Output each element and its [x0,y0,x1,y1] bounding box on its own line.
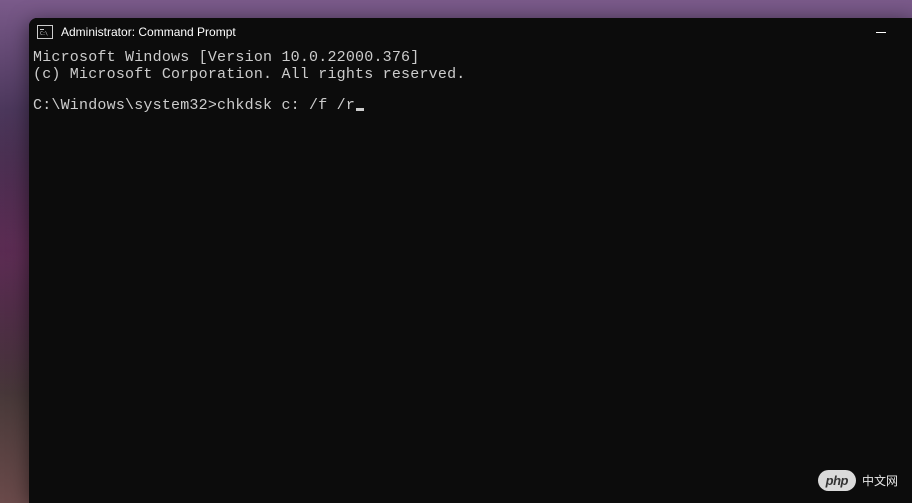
command-input: chkdsk c: /f /r [217,98,355,115]
command-prompt-window: Administrator: Command Prompt Microsoft … [29,18,912,503]
window-controls [858,18,904,46]
titlebar[interactable]: Administrator: Command Prompt [29,18,912,46]
cursor [356,108,364,111]
watermark: php 中文网 [818,470,898,491]
window-title: Administrator: Command Prompt [61,25,858,39]
blank-line [33,83,908,98]
prompt-line: C:\Windows\system32>chkdsk c: /f /r [33,98,908,115]
version-line: Microsoft Windows [Version 10.0.22000.37… [33,50,908,67]
terminal-output[interactable]: Microsoft Windows [Version 10.0.22000.37… [29,46,912,119]
prompt-path: C:\Windows\system32> [33,98,217,115]
copyright-line: (c) Microsoft Corporation. All rights re… [33,67,908,84]
watermark-text: 中文网 [862,472,898,489]
minimize-icon [876,32,886,33]
cmd-icon [37,25,53,39]
minimize-button[interactable] [858,18,904,46]
watermark-logo: php [818,470,856,491]
